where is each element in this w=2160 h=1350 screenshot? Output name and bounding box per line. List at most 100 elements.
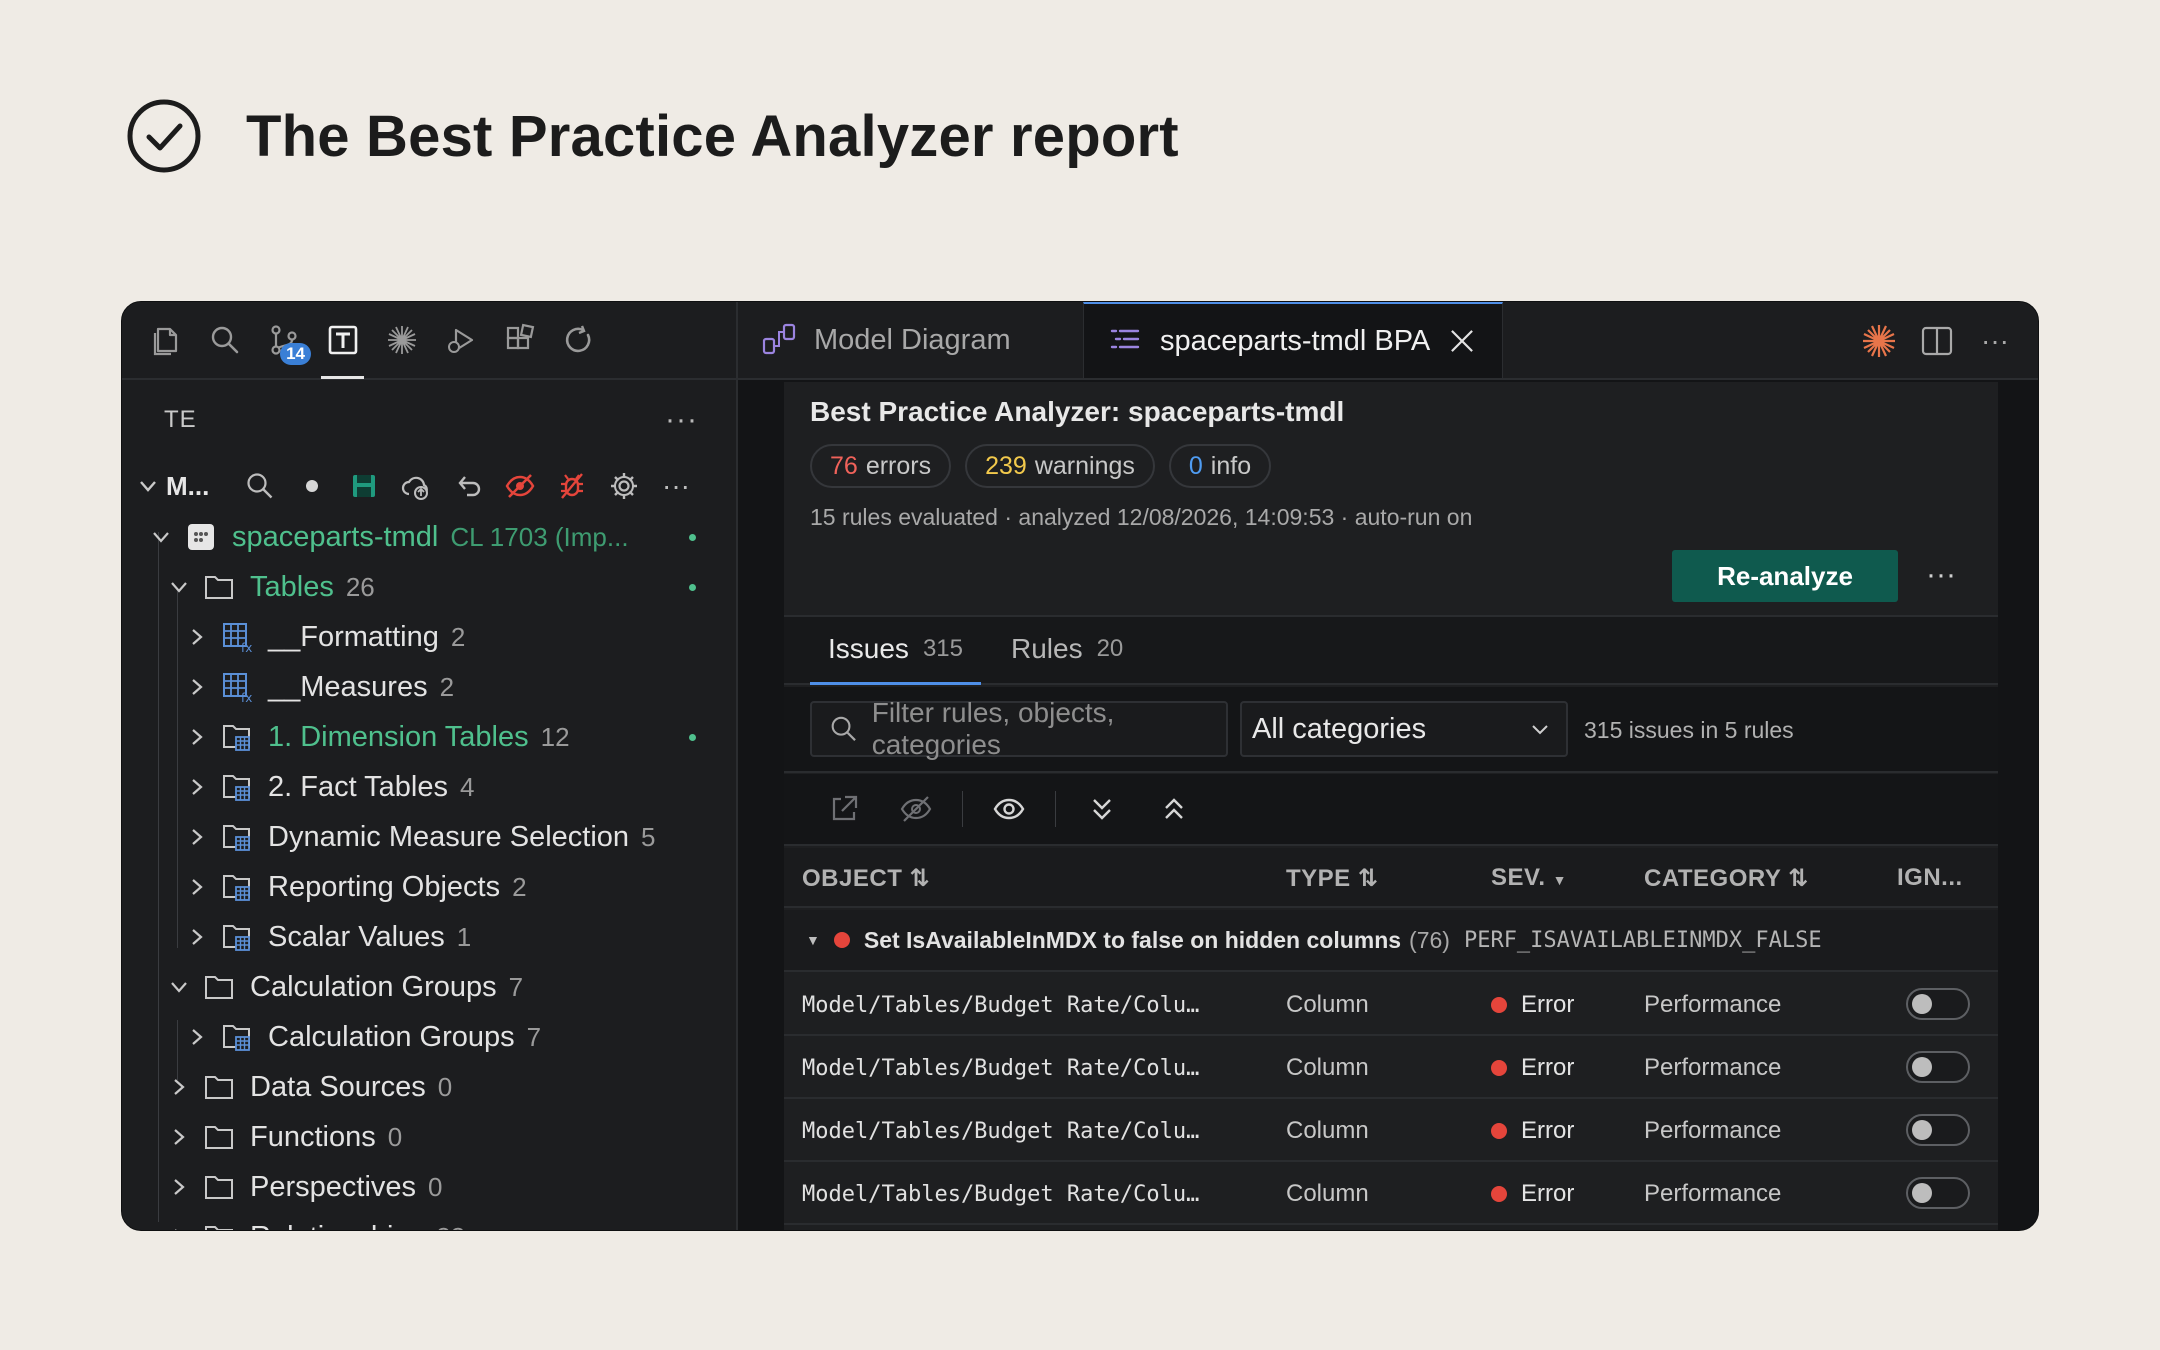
rule-group[interactable]: ▼ Set IsAvailableInMDX to false on hidde… [784,910,1998,972]
table-row[interactable]: Model/Tables/Budget Rate/Colu… Column Er… [784,1037,1998,1099]
chevron-down-icon[interactable] [166,576,192,598]
eye-icon[interactable] [983,783,1035,835]
chevron-right-icon[interactable] [184,726,210,748]
tabular-editor-icon[interactable] [313,302,372,379]
caret-down-icon[interactable]: ▼ [806,932,820,948]
more-icon[interactable]: ··· [1926,558,1956,592]
chevron-right-icon[interactable] [184,776,210,798]
tree-item-dynamic-measure-selection[interactable]: Dynamic Measure Selection 5 [122,812,736,862]
chevron-right-icon[interactable] [166,1126,192,1148]
split-editor-icon[interactable] [1916,320,1958,362]
column-ignore[interactable]: IGN... [1897,864,1963,892]
chevron-right-icon[interactable] [184,876,210,898]
tree-item-label: Tables [250,570,334,603]
chevron-down-icon[interactable] [148,526,174,548]
chevron-right-icon[interactable] [166,1226,192,1230]
sparkle-icon[interactable] [372,302,431,379]
chevron-down-icon[interactable] [166,976,192,998]
collapse-all-icon[interactable] [1148,783,1200,835]
column-object[interactable]: OBJECT ⇅ [802,864,930,893]
tab-bpa[interactable]: spaceparts-tmdl BPA [1083,302,1504,378]
check-circle-icon [127,99,201,173]
tree-item-fact-tables[interactable]: 2. Fact Tables 4 [122,762,736,812]
chevron-right-icon[interactable] [166,1176,192,1198]
tree-item-reporting-objects[interactable]: Reporting Objects 2 [122,862,736,912]
run-debug-icon[interactable] [431,302,490,379]
column-category[interactable]: CATEGORY ⇅ [1644,864,1809,893]
tab-rules[interactable]: Rules 20 [993,615,1141,683]
tree-item-dimension-tables[interactable]: 1. Dimension Tables 12 [122,712,736,762]
changed-dot [689,733,696,741]
table-row[interactable]: Model/Tables/Budget Rate/Colu… Column Er… [784,1100,1998,1162]
save-icon[interactable] [338,460,390,512]
table-row[interactable]: Model/Tables/Budget Rate/Colu… Column Er… [784,974,1998,1036]
files-icon[interactable] [136,302,195,379]
tree-item-calculation-groups-folder[interactable]: Calculation Groups 7 [122,962,736,1012]
undo-icon[interactable] [442,460,494,512]
tree-item-data-sources[interactable]: Data Sources 0 [122,1062,736,1112]
tree-item-count: 0 [428,1171,443,1202]
open-external-icon[interactable] [818,783,870,835]
reanalyze-button[interactable]: Re-analyze [1672,550,1898,602]
folder-icon [202,1070,236,1104]
chevron-right-icon[interactable] [166,1076,192,1098]
filter-input[interactable]: Filter rules, objects, categories [810,697,1228,760]
tree-item-scalar-values[interactable]: Scalar Values 1 [122,912,736,962]
chevron-right-icon[interactable] [184,926,210,948]
gear-icon[interactable] [598,460,650,512]
chevron-right-icon[interactable] [184,626,210,648]
info-pill[interactable]: 0 info [1168,444,1272,488]
info-count: 0 [1188,451,1203,480]
tree-item-model[interactable]: spaceparts-tmdl CL 1703 (Imp... [122,512,736,562]
search-icon[interactable] [195,302,254,379]
ignore-toggle[interactable] [1906,1114,1970,1146]
search-icon[interactable] [234,460,286,512]
category-select[interactable]: All categories [1240,701,1568,757]
severity: Error [1521,1117,1575,1144]
tab-count: 20 [1096,635,1124,662]
close-icon[interactable] [1446,325,1478,357]
ignore-toggle[interactable] [1906,1177,1970,1209]
expand-all-icon[interactable] [1076,783,1128,835]
ignore-icon[interactable] [890,783,942,835]
chevron-right-icon[interactable] [184,1026,210,1048]
disable-debug-icon[interactable] [546,460,598,512]
hide-icon[interactable] [494,460,546,512]
column-severity[interactable]: SEV. ▼ [1491,864,1567,892]
tree-item-label: Relationships [250,1221,424,1231]
tree-item-calculation-groups[interactable]: Calculation Groups 7 [122,1012,736,1062]
tree-item-label: Functions [250,1120,376,1153]
source-control-icon[interactable]: 14 [254,302,313,379]
changed-dot [689,583,696,591]
tree-item-label: 2. Fact Tables [268,770,449,803]
tab-issues[interactable]: Issues 315 [810,615,981,685]
chevron-right-icon[interactable] [184,676,210,698]
more-actions-icon[interactable]: ··· [1974,320,2016,362]
severity: Error [1521,991,1575,1018]
table-row[interactable]: Model/Tables/Budget Rate/Colu… Column Er… [784,1163,1998,1225]
tree-item-tables[interactable]: Tables 26 [122,562,736,612]
chevron-down-icon[interactable] [130,475,166,497]
errors-pill[interactable]: 76 errors [810,444,952,488]
column-type[interactable]: TYPE ⇅ [1286,864,1378,893]
explorer-more-icon[interactable]: ··· [665,403,698,437]
tree-item-label: 1. Dimension Tables [268,720,529,753]
ignore-toggle[interactable] [1906,988,1970,1020]
warnings-pill[interactable]: 239 warnings [965,444,1155,488]
chevron-right-icon[interactable] [184,826,210,848]
model-detail: CL 1703 (Imp... [450,521,629,552]
ai-sparkle-icon[interactable] [1858,320,1900,362]
tree-item-measures[interactable]: fx __Measures 2 [122,662,736,712]
tree-item-formatting[interactable]: fx __Formatting 2 [122,612,736,662]
more-icon[interactable]: ··· [650,460,702,512]
refresh-icon[interactable] [549,302,608,379]
cloud-deploy-icon[interactable] [390,460,442,512]
tree-item-relationships[interactable]: Relationships 22 [122,1212,736,1231]
page-heading: The Best Practice Analyzer report [126,96,1179,176]
tree-item-functions[interactable]: Functions 0 [122,1112,736,1162]
ignore-toggle[interactable] [1906,1051,1970,1083]
tree-item-perspectives[interactable]: Perspectives 0 [122,1162,736,1212]
extensions-icon[interactable] [490,302,549,379]
issues-table-header: OBJECT ⇅ TYPE ⇅ SEV. ▼ CATEGORY ⇅ IGN... [784,848,1998,908]
tab-model-diagram[interactable]: Model Diagram [738,302,1083,378]
